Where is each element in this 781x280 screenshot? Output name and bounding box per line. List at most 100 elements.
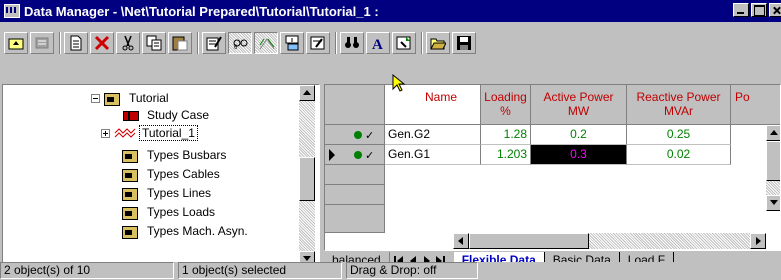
folder-icon <box>121 205 139 220</box>
grid-horizontal-scrollbar[interactable] <box>453 233 766 249</box>
edit-properties-button[interactable] <box>202 32 226 54</box>
tree-item-label: Types Mach. Asyn. <box>147 224 248 238</box>
column-header-po[interactable]: Po <box>731 85 780 125</box>
scroll-up-button[interactable] <box>299 85 315 101</box>
cell-name[interactable]: Gen.G2 <box>385 125 481 145</box>
new-document-icon <box>70 35 82 51</box>
new-element-icon <box>285 35 299 51</box>
mouse-cursor-icon <box>392 74 406 92</box>
select-icon <box>396 36 411 50</box>
up-folder-button[interactable] <box>4 32 28 54</box>
edit-record-button[interactable] <box>306 32 330 54</box>
tree-item-types-lines[interactable]: Types Lines <box>121 184 213 202</box>
cell-reactive-power[interactable]: 0.25 <box>627 125 731 145</box>
scroll-down-button[interactable] <box>766 195 780 211</box>
close-button[interactable] <box>769 3 781 17</box>
tree-item-types-cables[interactable]: Types Cables <box>121 165 222 183</box>
copy-button[interactable] <box>142 32 166 54</box>
tree-item-types-busbars[interactable]: Types Busbars <box>121 146 228 164</box>
paste-button[interactable] <box>168 32 192 54</box>
row-header[interactable] <box>325 165 385 185</box>
scroll-up-button[interactable] <box>766 125 780 141</box>
edit-record-icon <box>310 36 325 50</box>
collapse-icon[interactable] <box>91 93 100 103</box>
folder-icon <box>121 224 139 239</box>
minimize-button[interactable] <box>733 3 749 17</box>
new-element-button[interactable] <box>280 32 304 54</box>
open-folder-icon <box>430 38 446 50</box>
toolbar-separator <box>421 32 423 54</box>
status-bar: 2 object(s) of 10 1 object(s) selected D… <box>0 262 781 280</box>
tree-item-label: Tutorial <box>129 91 169 105</box>
cell-loading[interactable]: 1.203 <box>481 145 531 165</box>
cell-active-power-selected[interactable]: 0.3 <box>531 145 627 165</box>
expand-icon[interactable] <box>101 128 110 138</box>
save-button[interactable] <box>452 32 476 54</box>
toolbar-separator <box>59 32 61 54</box>
font-button[interactable]: A <box>366 32 390 54</box>
scroll-thumb[interactable] <box>766 141 780 181</box>
check-mark: ✓ <box>365 130 374 142</box>
open-button[interactable] <box>426 32 450 54</box>
status-icon <box>354 131 362 139</box>
tree-item-label: Types Busbars <box>147 148 227 162</box>
paste-icon <box>172 36 188 51</box>
tree-item-label: Types Lines <box>147 186 212 200</box>
delete-button[interactable] <box>90 32 114 54</box>
detail-view-button[interactable] <box>30 32 54 54</box>
grid-vertical-scrollbar[interactable] <box>766 125 780 211</box>
scroll-thumb[interactable] <box>299 157 315 201</box>
window-title: Data Manager - \Net\Tutorial Prepared\Tu… <box>24 3 379 19</box>
app-icon[interactable] <box>4 4 20 18</box>
toolbar-separator <box>197 32 199 54</box>
edit-properties-icon <box>206 36 222 51</box>
tree-item-label: Types Loads <box>147 205 216 219</box>
scissors-icon <box>122 35 134 51</box>
title-bar[interactable]: Data Manager - \Net\Tutorial Prepared\Tu… <box>0 0 781 22</box>
row-header[interactable] <box>325 185 385 205</box>
cell-name[interactable]: Gen.G1 <box>385 145 481 165</box>
scroll-left-button[interactable] <box>453 233 469 249</box>
tree-item-study-case[interactable]: Study Case <box>121 106 211 124</box>
cut-button[interactable] <box>116 32 140 54</box>
find-button[interactable] <box>340 32 364 54</box>
svg-text:A: A <box>372 37 383 51</box>
cell-reactive-power[interactable]: 0.02 <box>627 145 731 165</box>
tree-item-types-mach-asyn[interactable]: Types Mach. Asyn. <box>121 222 250 240</box>
data-grid[interactable]: Name Loading % Active Power MW Reactive … <box>324 84 781 251</box>
folder-icon <box>103 91 121 106</box>
row-header[interactable] <box>325 205 385 233</box>
tree-item-types-loads[interactable]: Types Loads <box>121 203 217 221</box>
toolbar-separator <box>335 32 337 54</box>
font-icon: A <box>372 37 383 51</box>
scroll-thumb[interactable] <box>469 233 589 249</box>
column-header-loading[interactable]: Loading % <box>481 85 531 125</box>
cell-loading[interactable]: 1.28 <box>481 125 531 145</box>
new-object-button[interactable] <box>64 32 88 54</box>
maximize-button[interactable] <box>751 3 767 17</box>
copy-icon <box>146 35 162 51</box>
tree-item-tutorial-1[interactable]: Tutorial_1 <box>101 124 198 142</box>
folder-icon <box>121 148 139 163</box>
folder-icon <box>121 167 139 182</box>
binoculars-icon <box>345 37 359 48</box>
status-selected-count: 1 object(s) selected <box>178 262 342 279</box>
delete-x-icon <box>94 35 110 51</box>
show-graphic-button[interactable]: 6 <box>228 32 252 54</box>
current-row-arrow-icon <box>329 149 335 161</box>
row-header[interactable]: ✓ <box>325 145 385 165</box>
tree-item-label: Types Cables <box>147 167 220 181</box>
row-header[interactable]: ✓ <box>325 125 385 145</box>
tree-item-tutorial[interactable]: Tutorial <box>91 89 171 107</box>
scroll-right-button[interactable] <box>750 233 766 249</box>
cell-active-power[interactable]: 0.2 <box>531 125 627 145</box>
study-case-icon <box>121 109 139 121</box>
grid-icon <box>114 128 136 138</box>
column-header-reactive-power[interactable]: Reactive Power MVAr <box>627 85 731 125</box>
column-header-active-power[interactable]: Active Power MW <box>531 85 627 125</box>
tree-vertical-scrollbar[interactable] <box>299 85 315 271</box>
up-folder-icon <box>8 38 24 50</box>
select-button[interactable] <box>392 32 416 54</box>
project-tree[interactable]: Tutorial Study Case Tutorial_1 Types Bus… <box>2 84 320 271</box>
filter-button[interactable] <box>254 32 278 54</box>
